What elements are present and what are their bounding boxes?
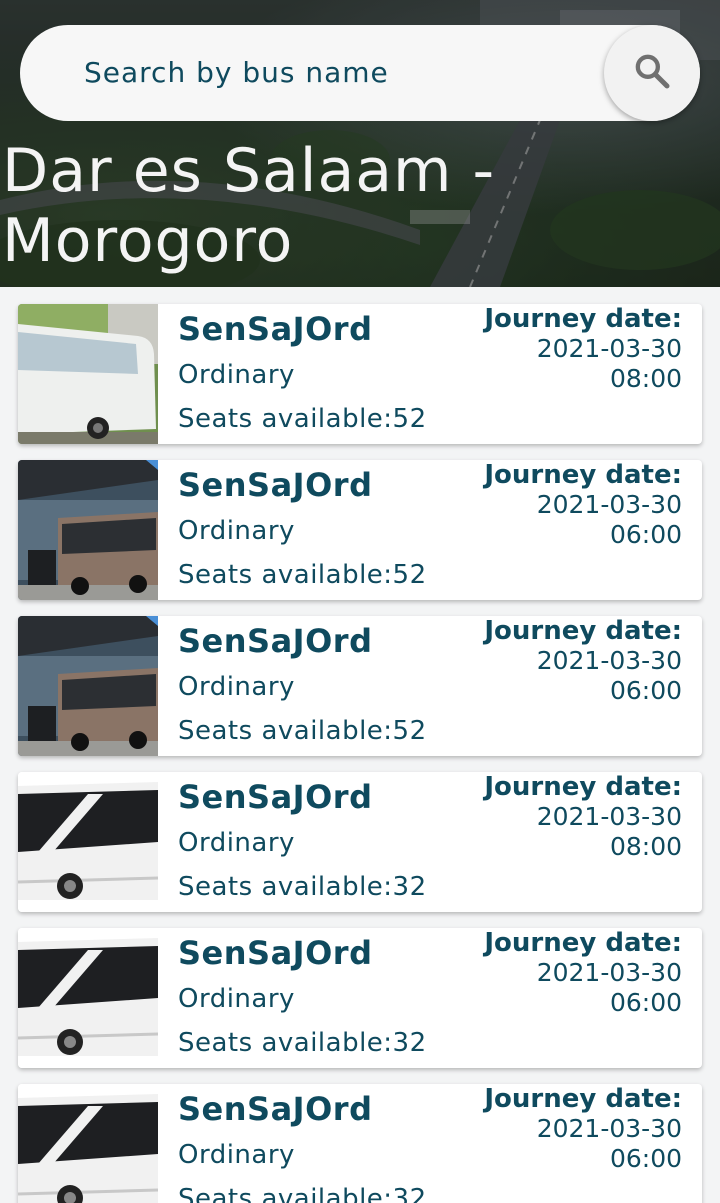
- bus-card[interactable]: SenSaJOrd Ordinary Seats available:52 Jo…: [18, 304, 702, 444]
- bus-image: [18, 1084, 158, 1203]
- bus-name: SenSaJOrd: [178, 466, 373, 504]
- journey-date-label: Journey date:: [484, 1084, 682, 1114]
- bus-name: SenSaJOrd: [178, 1090, 373, 1128]
- journey-date: 2021-03-30: [536, 958, 682, 987]
- bus-class: Ordinary: [178, 1140, 295, 1170]
- journey-date-label: Journey date:: [484, 304, 682, 334]
- journey-time: 06:00: [609, 520, 682, 549]
- journey-time: 06:00: [609, 988, 682, 1017]
- search-button[interactable]: [604, 25, 700, 121]
- journey-time: 06:00: [609, 1144, 682, 1173]
- bus-image: [18, 616, 158, 756]
- bus-image: [18, 928, 158, 1068]
- journey-date: 2021-03-30: [536, 334, 682, 363]
- search-icon: [632, 51, 672, 95]
- journey-time: 08:00: [609, 364, 682, 393]
- seats-available: Seats available:32: [178, 1184, 427, 1203]
- bus-card[interactable]: SenSaJOrd Ordinary Seats available:52 Jo…: [18, 460, 702, 600]
- journey-date: 2021-03-30: [536, 1114, 682, 1143]
- journey-date-label: Journey date:: [484, 772, 682, 802]
- bus-class: Ordinary: [178, 516, 295, 546]
- bus-name: SenSaJOrd: [178, 778, 373, 816]
- bus-class: Ordinary: [178, 672, 295, 702]
- bus-name: SenSaJOrd: [178, 622, 373, 660]
- seats-available: Seats available:52: [178, 716, 427, 746]
- journey-date: 2021-03-30: [536, 802, 682, 831]
- journey-date-label: Journey date:: [484, 928, 682, 958]
- seats-available: Seats available:52: [178, 560, 427, 590]
- seats-available: Seats available:32: [178, 872, 427, 902]
- journey-date: 2021-03-30: [536, 490, 682, 519]
- bus-list: SenSaJOrd Ordinary Seats available:52 Jo…: [18, 304, 702, 1203]
- bus-image: [18, 460, 158, 600]
- search-bar: [20, 25, 700, 121]
- bus-class: Ordinary: [178, 360, 295, 390]
- journey-time: 06:00: [609, 676, 682, 705]
- bus-card[interactable]: SenSaJOrd Ordinary Seats available:32 Jo…: [18, 772, 702, 912]
- seats-available: Seats available:32: [178, 1028, 427, 1058]
- bus-class: Ordinary: [178, 984, 295, 1014]
- bus-card[interactable]: SenSaJOrd Ordinary Seats available:32 Jo…: [18, 1084, 702, 1203]
- journey-date: 2021-03-30: [536, 646, 682, 675]
- bus-class: Ordinary: [178, 828, 295, 858]
- journey-date-label: Journey date:: [484, 616, 682, 646]
- bus-image: [18, 772, 158, 912]
- bus-card[interactable]: SenSaJOrd Ordinary Seats available:52 Jo…: [18, 616, 702, 756]
- journey-date-label: Journey date:: [484, 460, 682, 490]
- seats-available: Seats available:52: [178, 404, 427, 434]
- bus-image: [18, 304, 158, 444]
- bus-card[interactable]: SenSaJOrd Ordinary Seats available:32 Jo…: [18, 928, 702, 1068]
- journey-time: 08:00: [609, 832, 682, 861]
- route-title: Dar es Salaam - Morogoro: [2, 136, 496, 276]
- bus-name: SenSaJOrd: [178, 310, 373, 348]
- search-input[interactable]: [84, 47, 584, 97]
- bus-name: SenSaJOrd: [178, 934, 373, 972]
